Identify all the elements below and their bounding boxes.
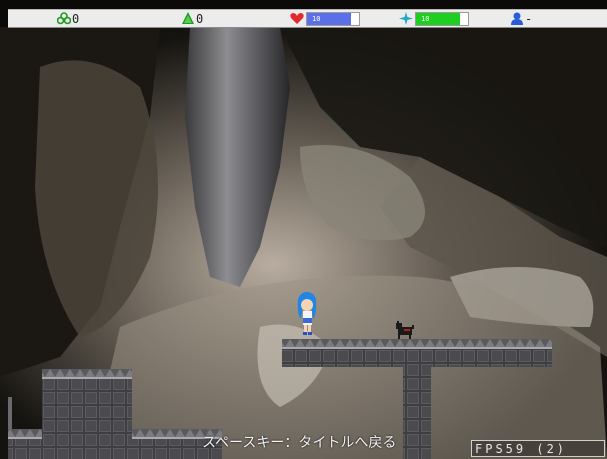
clover-outline-counter: 0: [57, 10, 79, 27]
status-bar: 0 0 10 10 -: [8, 9, 607, 28]
heart-value: 10: [312, 14, 321, 23]
star-value: 10: [421, 14, 430, 23]
ledge-spikes: [282, 339, 552, 349]
clover-solid-count: 0: [196, 11, 204, 26]
fps-counter: FPS59 (2): [471, 440, 605, 457]
person-icon: [511, 12, 523, 25]
player-counter: -: [510, 10, 532, 27]
clover-solid-icon: [182, 12, 194, 24]
stone-block-stack: [42, 369, 132, 459]
clover-outline-icon: [57, 12, 71, 25]
player-value: -: [525, 11, 533, 26]
star-bar: 10: [415, 11, 469, 26]
cave-background: [0, 27, 607, 459]
star-gauge: 10: [399, 10, 469, 27]
return-to-title-hint: スペースキー：タイトルへ戻る: [202, 435, 397, 451]
clover-solid-counter: 0: [181, 10, 203, 27]
heart-bar: 10: [306, 11, 360, 26]
game-screen: 0 0 10 10 - スペースキー：タイトルへ戻る FPS59 (2): [0, 0, 607, 459]
heart-gauge: 10: [290, 10, 360, 27]
heart-icon: [290, 13, 304, 24]
stone-column: [403, 367, 431, 459]
clover-outline-count: 0: [72, 11, 80, 26]
spike-top: [42, 369, 132, 379]
sparkle-icon: [399, 12, 413, 25]
